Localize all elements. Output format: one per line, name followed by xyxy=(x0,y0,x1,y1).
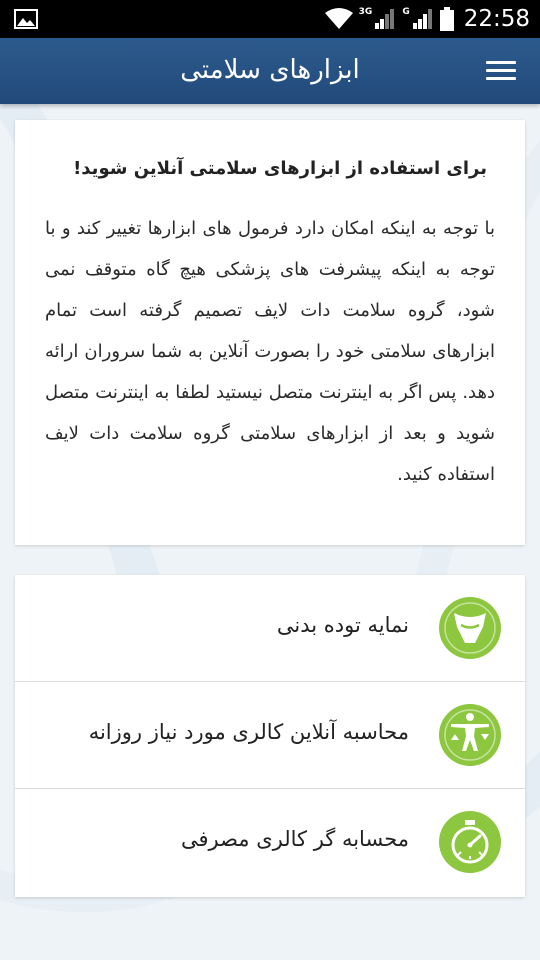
body-mass-icon xyxy=(439,597,501,659)
network-type-1: 3G xyxy=(358,7,373,17)
signal-icon xyxy=(412,9,432,29)
stopwatch-icon xyxy=(439,811,501,873)
tools-list: نمایه توده بدنی محاسبه آنلاین کالری مورد… xyxy=(15,575,525,897)
network-type-2: G xyxy=(402,7,410,17)
status-bar: 3G G 22:58 xyxy=(0,0,540,38)
tool-item-calorie-burn[interactable]: محسابه گر کالری مصرفی xyxy=(15,789,525,895)
battery-icon xyxy=(439,7,454,31)
tool-item-body-mass-index[interactable]: نمایه توده بدنی xyxy=(15,575,525,682)
signal-icon xyxy=(375,9,395,29)
clock: 22:58 xyxy=(463,6,530,32)
hamburger-menu-icon[interactable] xyxy=(480,56,522,88)
page-title: ابزارهای سلامتی xyxy=(180,55,360,85)
tool-label: محسابه گر کالری مصرفی xyxy=(180,827,409,851)
gallery-icon xyxy=(14,9,38,29)
tool-label: نمایه توده بدنی xyxy=(276,613,409,637)
info-title: برای استفاده از ابزارهای سلامتی آنلاین ش… xyxy=(73,158,487,179)
wifi-icon xyxy=(324,8,353,29)
info-body: با توجه به اینکه امکان دارد فرمول های اب… xyxy=(45,218,495,485)
tool-label: محاسبه آنلاین کالری مورد نیاز روزانه xyxy=(88,720,409,744)
tool-item-daily-calorie[interactable]: محاسبه آنلاین کالری مورد نیاز روزانه xyxy=(15,682,525,789)
body-calorie-icon xyxy=(439,704,501,766)
app-bar: ابزارهای سلامتی xyxy=(0,38,540,104)
info-card: برای استفاده از ابزارهای سلامتی آنلاین ش… xyxy=(15,120,525,545)
